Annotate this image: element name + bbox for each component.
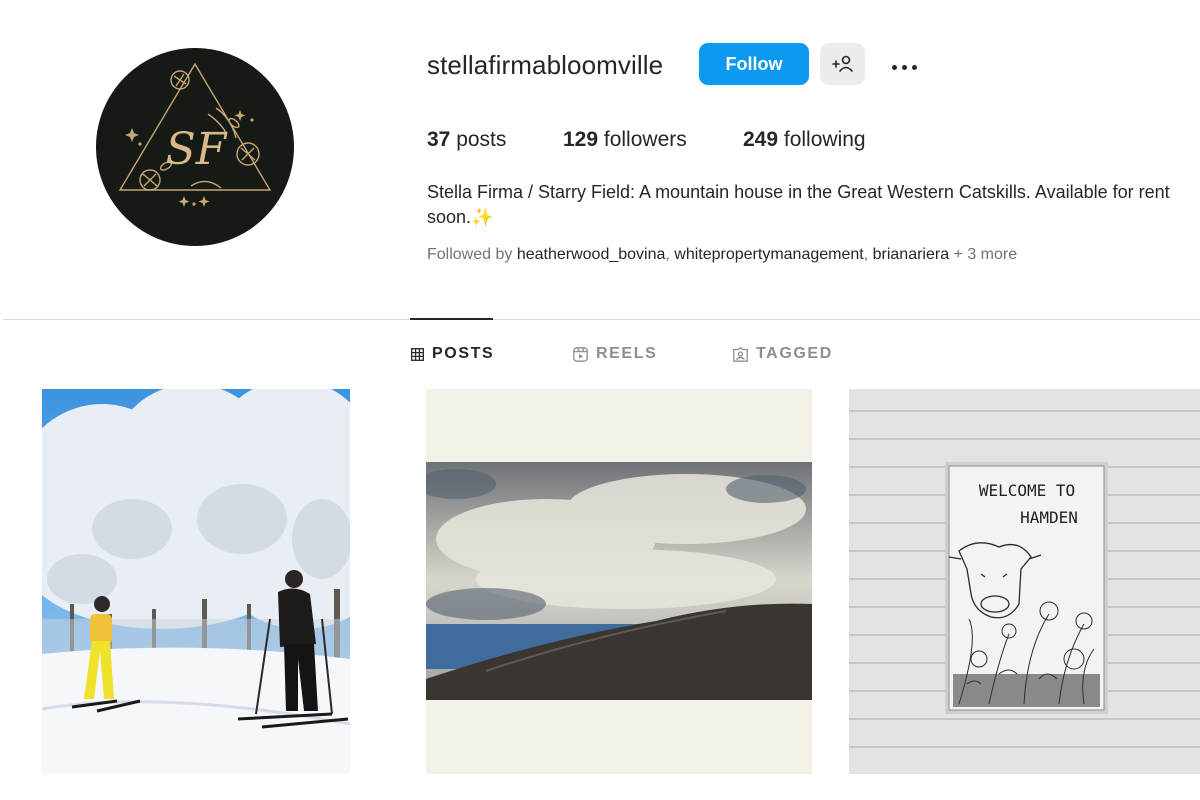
- followed-by-account[interactable]: heatherwood_bovina: [517, 246, 666, 263]
- tab-reels-label: REELS: [596, 345, 658, 362]
- tab-tagged[interactable]: TAGGED: [733, 343, 833, 365]
- tab-posts[interactable]: POSTS: [411, 343, 494, 365]
- sf-logo: SF: [118, 62, 272, 207]
- tagged-icon: [733, 346, 748, 362]
- grid-icon: [411, 347, 424, 361]
- posts-count: 37: [427, 128, 451, 151]
- tab-tagged-label: TAGGED: [756, 345, 833, 362]
- suggested-accounts-button[interactable]: [820, 43, 865, 85]
- avatar-monogram: SF: [166, 124, 228, 175]
- following-label: following: [778, 128, 866, 151]
- profile-bio: Stella Firma / Starry Field: A mountain …: [427, 180, 1200, 232]
- profile-avatar[interactable]: SF: [96, 48, 294, 246]
- add-person-icon: [831, 55, 853, 72]
- ski-photo-image: [42, 389, 350, 774]
- followers-label: followers: [598, 128, 687, 151]
- active-tab-indicator: [410, 318, 493, 320]
- followed-by[interactable]: Followed by heatherwood_bovina, whitepro…: [427, 244, 1017, 266]
- followed-by-prefix: Followed by: [427, 246, 517, 263]
- followed-by-account[interactable]: whitepropertymanagement: [674, 246, 863, 263]
- following-stat[interactable]: 249 following: [743, 126, 866, 154]
- follow-button[interactable]: Follow: [699, 43, 809, 85]
- welcome-sign-photo-image: WELCOME TO HAMDEN: [849, 389, 1200, 774]
- sparkles-emoji: ✨: [471, 207, 494, 227]
- tab-posts-label: POSTS: [432, 345, 495, 362]
- section-divider: [3, 319, 1200, 320]
- followed-by-account[interactable]: brianariera: [873, 246, 949, 263]
- sky-hill-photo-image: [426, 389, 812, 774]
- post-thumbnail[interactable]: WELCOME TO HAMDEN: [849, 389, 1200, 774]
- followers-stat[interactable]: 129 followers: [563, 126, 687, 154]
- post-thumbnail[interactable]: [426, 389, 812, 774]
- following-count: 249: [743, 128, 779, 151]
- post-thumbnail[interactable]: [42, 389, 350, 774]
- bio-line-2: soon.✨: [427, 205, 1200, 230]
- ellipsis-icon: [889, 58, 919, 73]
- tab-reels[interactable]: REELS: [573, 343, 657, 365]
- profile-username: stellafirmabloomville: [427, 50, 664, 80]
- bio-line-2-text: soon.: [427, 207, 472, 227]
- followed-by-more[interactable]: + 3 more: [949, 246, 1018, 263]
- posts-count-stat: 37 posts: [427, 126, 506, 154]
- reels-icon: [573, 346, 588, 362]
- bio-line-1: Stella Firma / Starry Field: A mountain …: [427, 182, 1170, 202]
- followers-count: 129: [563, 128, 599, 151]
- more-options-button[interactable]: [884, 48, 924, 82]
- posts-label: posts: [450, 128, 507, 151]
- sign-line-2: HAMDEN: [1020, 508, 1078, 527]
- sign-line-1: WELCOME TO: [979, 481, 1075, 500]
